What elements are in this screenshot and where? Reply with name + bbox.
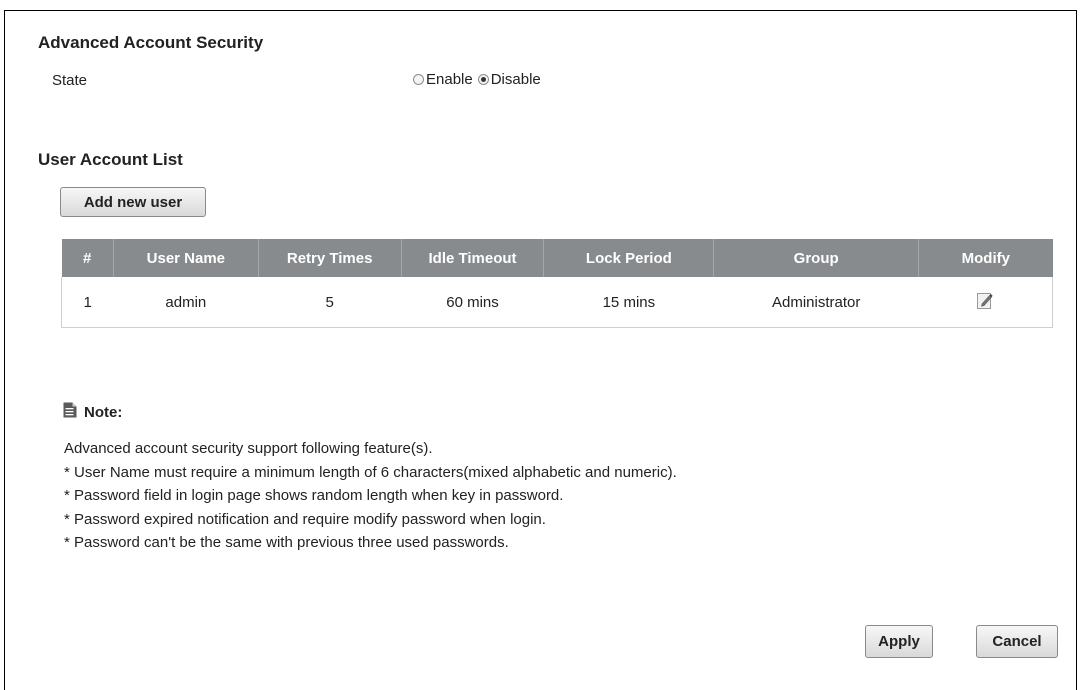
cell-retry-times: 5 xyxy=(258,277,402,328)
note-body: Advanced account security support follow… xyxy=(64,437,677,555)
state-radio-group: Enable Disable xyxy=(413,71,541,88)
user-account-list-title: User Account List xyxy=(38,150,183,169)
note-header: Note: xyxy=(63,402,122,422)
note-line: * Password can't be the same with previo… xyxy=(64,534,509,551)
edit-icon[interactable] xyxy=(977,291,993,313)
add-new-user-button[interactable]: Add new user xyxy=(60,187,206,217)
user-account-table: # User Name Retry Times Idle Timeout Loc… xyxy=(61,239,1053,328)
cell-idle-timeout: 60 mins xyxy=(401,277,544,328)
disable-radio-dot[interactable] xyxy=(477,74,489,85)
cell-lock-period: 15 mins xyxy=(543,277,714,328)
cancel-button[interactable]: Cancel xyxy=(976,625,1058,658)
apply-button[interactable]: Apply xyxy=(865,625,933,658)
table-header-row: # User Name Retry Times Idle Timeout Loc… xyxy=(61,239,1053,277)
column-header-user-name: User Name xyxy=(113,239,259,277)
note-line: Advanced account security support follow… xyxy=(64,440,433,457)
column-header-index: # xyxy=(61,239,114,277)
column-header-idle-timeout: Idle Timeout xyxy=(401,239,545,277)
state-label: State xyxy=(52,72,88,89)
column-header-retry-times: Retry Times xyxy=(258,239,402,277)
note-title: Note: xyxy=(84,403,123,421)
column-header-group: Group xyxy=(713,239,920,277)
cell-user-name: admin xyxy=(113,277,259,328)
disable-radio[interactable]: Disable xyxy=(477,71,541,88)
cell-modify xyxy=(918,277,1053,328)
table-row: 1 admin 5 60 mins 15 mins Administrator xyxy=(61,277,1053,328)
cell-group: Administrator xyxy=(713,277,919,328)
column-header-lock-period: Lock Period xyxy=(543,239,715,277)
note-line: * Password expired notification and requ… xyxy=(64,510,546,528)
enable-radio-label: Enable xyxy=(426,71,473,88)
figure-frame xyxy=(4,10,1077,690)
enable-radio[interactable]: Enable xyxy=(413,71,473,88)
note-line: * Password field in login page shows ran… xyxy=(64,487,564,504)
cell-index: 1 xyxy=(61,277,114,328)
column-header-modify: Modify xyxy=(918,239,1053,277)
document-icon xyxy=(63,402,77,422)
enable-radio-dot[interactable] xyxy=(413,74,424,85)
note-line: * User Name must require a minimum lengt… xyxy=(64,463,677,481)
disable-radio-label: Disable xyxy=(490,71,541,88)
advanced-security-title: Advanced Account Security xyxy=(38,33,264,52)
